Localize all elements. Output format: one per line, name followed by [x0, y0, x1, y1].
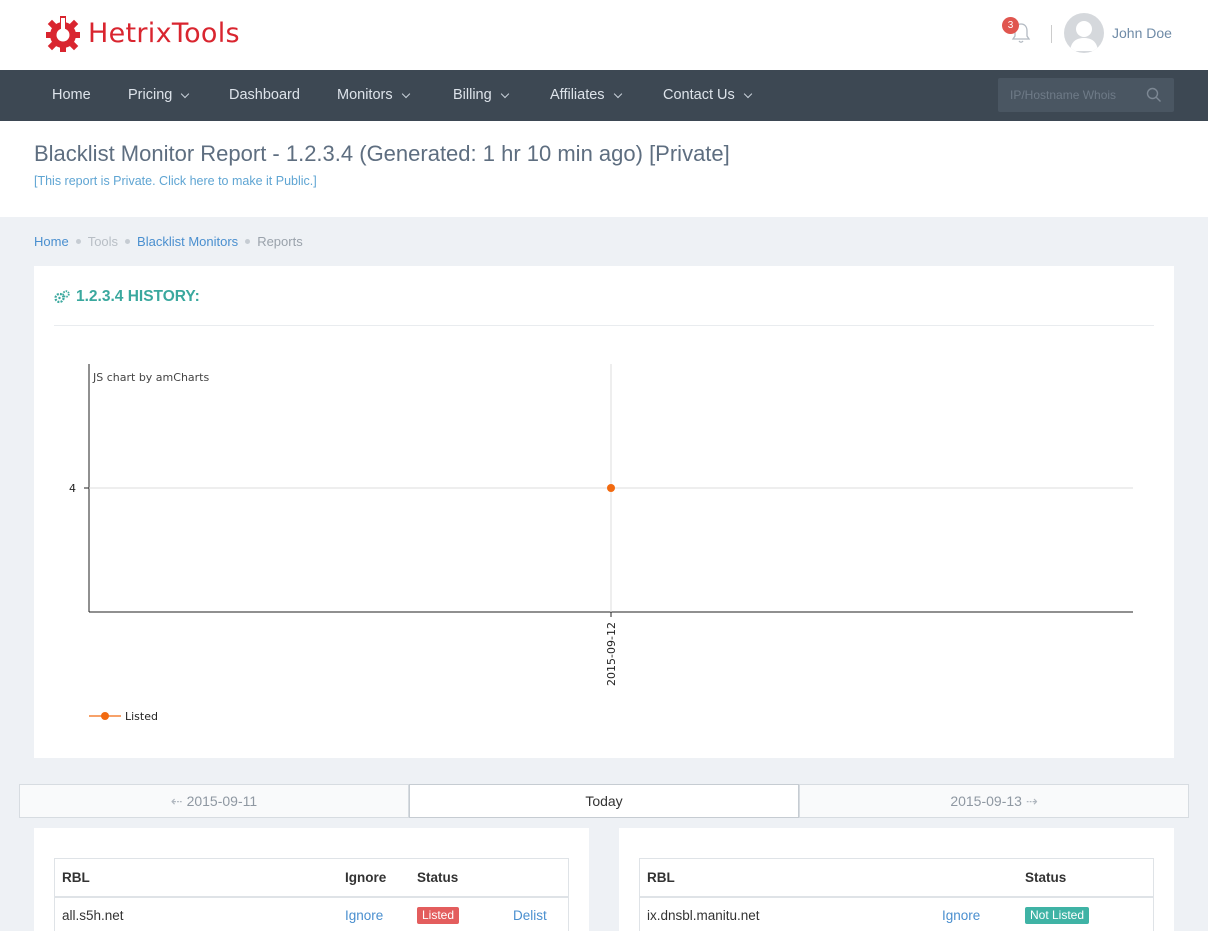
nav-label: Dashboard [229, 70, 300, 121]
next-day-label: 2015-09-13 [950, 785, 1022, 817]
breadcrumb-reports: Reports [257, 234, 303, 249]
breadcrumb-separator [245, 239, 250, 244]
nav-label: Pricing [128, 70, 172, 121]
brand-logo[interactable]: HetrixTools [44, 12, 240, 54]
top-header: HetrixTools 3 John Doe [0, 0, 1208, 70]
prev-day-button[interactable]: ⇠ 2015-09-11 [19, 784, 409, 818]
make-public-link[interactable]: [This report is Private. Click here to m… [34, 174, 317, 188]
whois-search-input[interactable] [998, 78, 1138, 112]
breadcrumb-blacklist-monitors[interactable]: Blacklist Monitors [137, 234, 238, 249]
chart-credit: JS chart by amCharts [92, 371, 209, 384]
arrow-right-icon: ⇢ [1026, 785, 1038, 817]
nav-billing[interactable]: Billing [453, 70, 508, 121]
legend-label: Listed [125, 710, 158, 723]
rbl-name: ix.dnsbl.manitu.net [639, 897, 934, 931]
chart-legend[interactable]: Listed [89, 710, 158, 723]
col-status: Status [1017, 859, 1154, 897]
username-link[interactable]: John Doe [1112, 25, 1172, 41]
data-point[interactable] [607, 484, 615, 492]
ignore-link[interactable]: Ignore [345, 908, 383, 923]
nav-home[interactable]: Home [52, 70, 91, 121]
status-badge: Listed [417, 907, 459, 924]
nav-contact-us[interactable]: Contact Us [663, 70, 751, 121]
history-chart: JS chart by amCharts 4 2015-09-12 Listed [34, 266, 1174, 758]
chevron-down-icon [181, 89, 189, 97]
breadcrumb-separator [125, 239, 130, 244]
header-divider [1051, 25, 1052, 43]
search-icon[interactable] [1146, 87, 1162, 103]
brand-name: HetrixTools [88, 18, 240, 49]
col-rbl: RBL [54, 859, 337, 897]
chevron-down-icon [613, 89, 621, 97]
col-status: Status [409, 859, 505, 897]
x-tick-label: 2015-09-12 [605, 622, 618, 686]
breadcrumb-separator [76, 239, 81, 244]
nav-label: Affiliates [550, 70, 605, 121]
history-panel: 1.2.3.4 HISTORY: JS chart by amCharts 42… [34, 266, 1174, 758]
col-rbl: RBL [639, 859, 934, 897]
not-listed-panel: RBL Status ix.dnsbl.manitu.net Ignore No… [619, 828, 1174, 931]
ignore-link[interactable]: Ignore [942, 908, 980, 923]
nav-label: Home [52, 70, 91, 121]
listed-table: RBL Ignore Status all.s5h.net Ignore Lis… [54, 858, 569, 931]
nav-label: Monitors [337, 70, 393, 121]
breadcrumb-tools: Tools [88, 234, 118, 249]
gear-logo-icon [44, 13, 82, 53]
table-header-row: RBL Ignore Status [54, 859, 569, 897]
col-ignore: Ignore [337, 859, 409, 897]
whois-search [998, 78, 1174, 112]
arrow-left-icon: ⇠ [171, 785, 183, 817]
notification-count-badge: 3 [1002, 17, 1019, 34]
nav-pricing[interactable]: Pricing [128, 70, 188, 121]
legend-marker-icon [101, 712, 109, 720]
breadcrumb: Home Tools Blacklist Monitors Reports [34, 234, 303, 249]
status-badge: Not Listed [1025, 907, 1089, 924]
delist-link[interactable]: Delist [513, 908, 547, 923]
not-listed-table: RBL Status ix.dnsbl.manitu.net Ignore No… [639, 858, 1154, 931]
nav-dashboard[interactable]: Dashboard [229, 70, 300, 121]
next-day-button[interactable]: 2015-09-13 ⇢ [799, 784, 1189, 818]
today-button[interactable]: Today [409, 784, 799, 818]
table-header-row: RBL Status [639, 859, 1154, 897]
nav-label: Contact Us [663, 70, 735, 121]
chevron-down-icon [500, 89, 508, 97]
breadcrumb-home[interactable]: Home [34, 234, 69, 249]
listed-panel: RBL Ignore Status all.s5h.net Ignore Lis… [34, 828, 589, 931]
page-title: Blacklist Monitor Report - 1.2.3.4 (Gene… [34, 141, 730, 167]
nav-label: Billing [453, 70, 492, 121]
table-row: ix.dnsbl.manitu.net Ignore Not Listed [639, 897, 1154, 931]
nav-monitors[interactable]: Monitors [337, 70, 409, 121]
user-avatar-icon [1064, 13, 1104, 53]
notifications-button[interactable]: 3 [1008, 20, 1034, 46]
col-ignore [934, 859, 1017, 897]
page-title-bar: Blacklist Monitor Report - 1.2.3.4 (Gene… [0, 121, 1208, 217]
avatar[interactable] [1064, 13, 1104, 53]
y-tick-label: 4 [69, 482, 76, 495]
chevron-down-icon [401, 89, 409, 97]
rbl-name: all.s5h.net [54, 897, 337, 931]
prev-day-label: 2015-09-11 [187, 785, 258, 817]
nav-affiliates[interactable]: Affiliates [550, 70, 621, 121]
chevron-down-icon [743, 89, 751, 97]
table-row: all.s5h.net Ignore Listed Delist [54, 897, 569, 931]
today-label: Today [585, 785, 622, 817]
col-action [505, 859, 569, 897]
